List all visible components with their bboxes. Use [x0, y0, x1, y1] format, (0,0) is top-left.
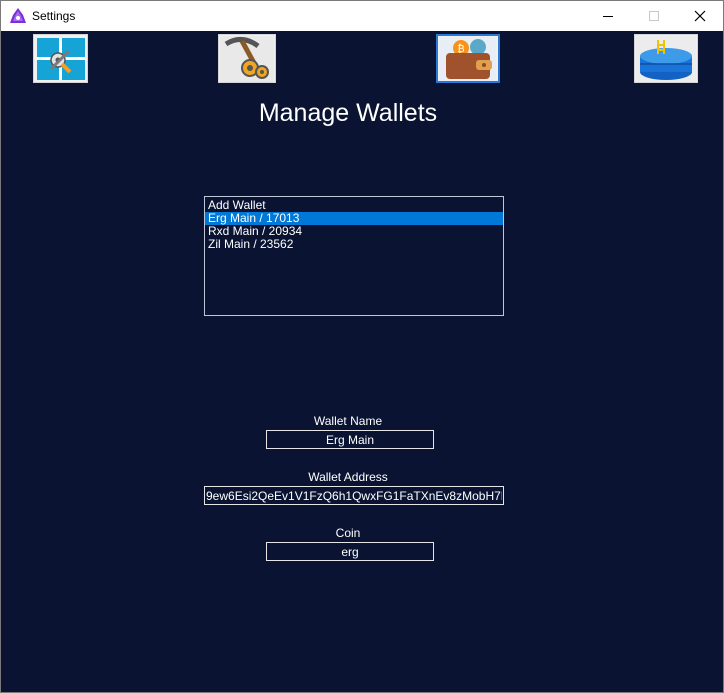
- title-bar[interactable]: Settings: [1, 1, 723, 31]
- settings-window: Settings ₿ Manage Wallets Add Wallet Erg…: [0, 0, 724, 693]
- maximize-button[interactable]: [631, 1, 677, 31]
- wallet-listbox[interactable]: Add Wallet Erg Main / 17013 Rxd Main / 2…: [204, 196, 504, 316]
- pool-icon: [636, 35, 696, 82]
- general-settings-button[interactable]: [33, 34, 88, 83]
- list-item-zil-main[interactable]: Zil Main / 23562: [205, 238, 503, 251]
- wallet-icon: ₿: [440, 36, 496, 81]
- coin-input[interactable]: [266, 542, 434, 561]
- wallet-address-input[interactable]: [204, 486, 504, 505]
- app-logo-icon: [10, 8, 26, 23]
- mining-button[interactable]: [218, 34, 276, 83]
- coin-label: Coin: [335, 526, 361, 540]
- wallet-name-input[interactable]: [266, 430, 434, 449]
- close-icon: [694, 10, 706, 22]
- close-button[interactable]: [677, 1, 723, 31]
- window-title: Settings: [32, 9, 76, 23]
- minimize-button[interactable]: [585, 1, 631, 31]
- pickaxe-gears-icon: [220, 35, 274, 82]
- wallet-address-label: Wallet Address: [308, 470, 388, 484]
- maximize-icon: [648, 10, 659, 21]
- page-title: Manage Wallets: [258, 99, 438, 127]
- wallets-button[interactable]: ₿: [436, 34, 500, 83]
- minimize-icon: [602, 15, 613, 17]
- settings-window-icon: [36, 37, 85, 80]
- wallet-name-label: Wallet Name: [313, 414, 383, 428]
- pools-button[interactable]: [634, 34, 698, 83]
